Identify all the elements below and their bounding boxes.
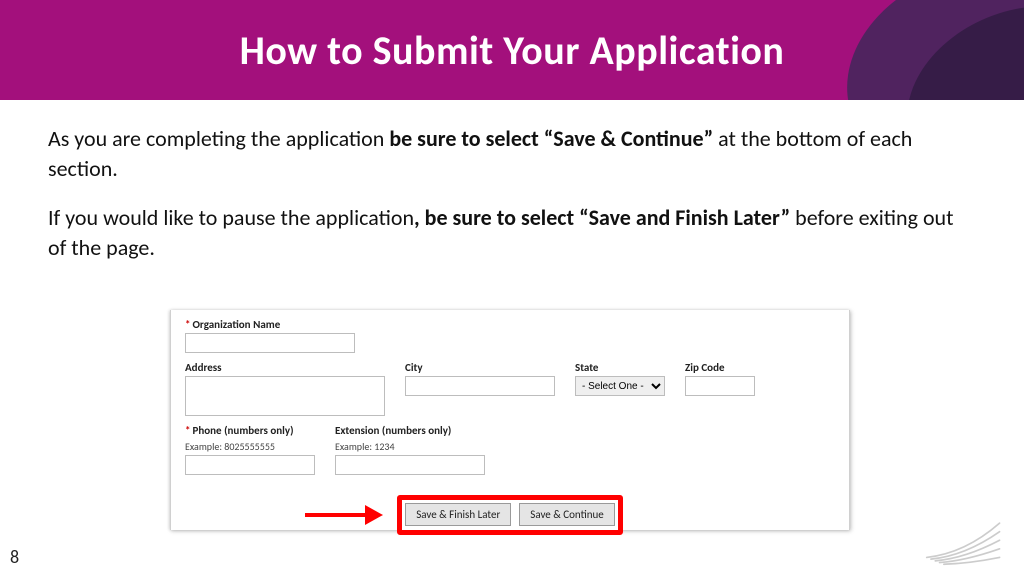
arrow-head [365,505,383,525]
text: As you are completing the application [48,125,389,152]
field-label: *Organization Name [185,318,355,331]
form-screenshot: *Organization Name Address City State - … [170,310,850,530]
address-input[interactable] [185,376,385,416]
required-asterisk: * [185,318,190,331]
text-bold: , be sure to select “Save and Finish Lat… [414,204,790,231]
page-number: 8 [10,546,19,568]
header-banner: How to Submit Your Application [0,0,1024,100]
field-label: City [405,361,555,374]
field-zip: Zip Code [685,361,755,416]
save-continue-button[interactable]: Save & Continue [519,503,614,526]
field-organization-name: *Organization Name [185,318,355,353]
form-row: *Organization Name [185,318,835,353]
text: If you would like to pause the applicati… [48,204,414,231]
label-text: Organization Name [192,318,280,331]
form-row: Address City State - Select One - Zip Co… [185,361,835,416]
field-phone: *Phone (numbers only) Example: 802555555… [185,424,315,475]
field-city: City [405,361,555,416]
slide-title: How to Submit Your Application [240,26,785,75]
slide: How to Submit Your Application As you ar… [0,0,1024,576]
paragraph-1: As you are completing the application be… [48,124,976,183]
wing-logo-icon [916,506,1006,566]
field-label: Address [185,361,385,374]
field-hint: Example: 8025555555 [185,440,315,453]
text-bold: be sure to select “Save & Continue” [389,125,713,152]
required-asterisk: * [185,424,190,437]
phone-input[interactable] [185,455,315,475]
field-label: Extension (numbers only) [335,424,485,437]
label-text: Phone (numbers only) [192,424,293,437]
field-label: State [575,361,665,374]
body-text: As you are completing the application be… [0,100,1024,263]
arrow-icon [305,505,383,525]
arrow-shaft [305,513,365,517]
extension-input[interactable] [335,455,485,475]
field-state: State - Select One - [575,361,665,416]
field-address: Address [185,361,385,416]
button-row: Save & Finish Later Save & Continue [185,503,835,526]
field-hint: Example: 1234 [335,440,485,453]
organization-name-input[interactable] [185,333,355,353]
form-row: *Phone (numbers only) Example: 802555555… [185,424,835,475]
paragraph-2: If you would like to pause the applicati… [48,203,976,262]
state-select[interactable]: - Select One - [575,376,665,396]
save-finish-later-button[interactable]: Save & Finish Later [405,503,511,526]
zip-input[interactable] [685,376,755,396]
city-input[interactable] [405,376,555,396]
field-label: *Phone (numbers only) [185,424,315,437]
field-label: Zip Code [685,361,755,374]
field-extension: Extension (numbers only) Example: 1234 [335,424,485,475]
